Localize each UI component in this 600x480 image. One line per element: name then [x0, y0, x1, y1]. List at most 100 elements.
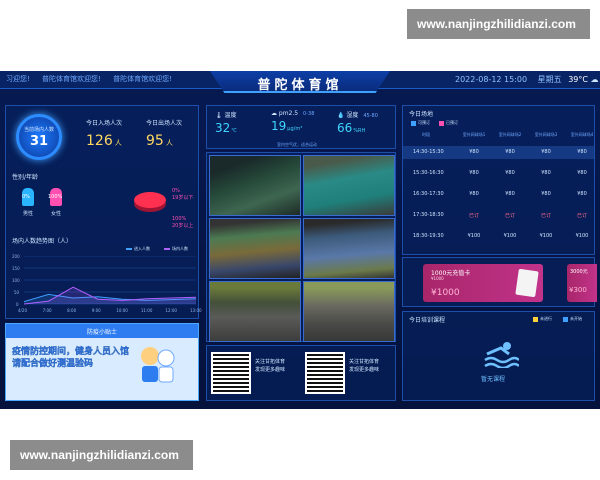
schedule-column-header: 时段: [422, 132, 430, 137]
ring-value: 31: [29, 134, 49, 149]
ring-label: 当前场内人数: [23, 127, 54, 133]
ticker-item: 普陀体育馆欢迎您!: [113, 75, 172, 83]
age-sub-2: 20岁以上: [172, 223, 194, 229]
coupon-icon: [515, 268, 539, 298]
qr-code-2: [305, 352, 345, 394]
court-slot-cell[interactable]: 已订: [567, 212, 597, 219]
pm-range: 0-38: [303, 111, 315, 117]
environment-panel: 🌡 温度 32℃ ☁ pm2.5 0-38 19μg/m³ 💧 湿度 45-80…: [206, 105, 396, 149]
today-out-label: 今日出场人次: [146, 120, 183, 127]
humidity-item: 💧 湿度 45-80 66%RH: [337, 110, 378, 135]
recharge-card-1000[interactable]: 1000元充值卡 ¥1000 ¥1000: [423, 264, 543, 302]
droplet-icon: 💧: [337, 112, 345, 119]
court-slot-cell[interactable]: ¥100: [459, 233, 489, 239]
court-slot-cell[interactable]: ¥80: [459, 170, 489, 176]
table-row: 18:30-19:30 ¥100 ¥100 ¥100 ¥100: [403, 230, 594, 243]
x-tick: 9:00: [91, 308, 101, 313]
court-slot-cell[interactable]: ¥80: [459, 149, 489, 155]
watermark-top: www.nanjingzhilidianzi.com: [407, 9, 590, 39]
age-sub-1: 19岁以下: [172, 195, 194, 201]
camera-feed-6[interactable]: [303, 281, 395, 342]
x-tick: 4/20: [18, 308, 27, 313]
trend-legend-inside: 场内人数: [164, 246, 188, 252]
x-tick: 7:00: [42, 308, 52, 313]
mascot-illustration: [141, 347, 175, 383]
gender-title: 性别/年龄: [12, 174, 39, 181]
unit: 人: [165, 139, 173, 147]
hum-label: 湿度: [346, 112, 359, 119]
date-text: 2022-08-12 15:00: [455, 75, 528, 84]
legend-not-started: 未进行: [533, 316, 552, 322]
camera-feed-1[interactable]: [209, 155, 301, 216]
camera-grid: [206, 152, 396, 342]
trend-title: 场内人数趋势图（人）: [12, 238, 73, 245]
x-tick: 8:00: [67, 308, 77, 313]
legend-label: 进入人数: [134, 246, 150, 251]
today-in-label: 今日入场人次: [86, 120, 123, 127]
court-slot-cell[interactable]: ¥100: [495, 233, 525, 239]
court-slot-cell[interactable]: ¥80: [531, 170, 561, 176]
trend-chart: [24, 256, 196, 305]
x-tick: 11:00: [140, 308, 153, 313]
court-slot-cell[interactable]: ¥80: [531, 191, 561, 197]
court-slot-cell[interactable]: ¥80: [567, 170, 597, 176]
trend-x-axis: 4/20 7:00 8:00 9:00 10:00 11:00 12:00 13:00: [18, 308, 202, 316]
y-tick: 50: [14, 290, 20, 295]
notice-title: 防疫小贴士: [86, 329, 117, 336]
camera-feed-4[interactable]: [303, 218, 395, 279]
epidemic-notice: 防疫小贴士 疫情防控期间，健身人员入馆请配合做好测温验码: [5, 323, 199, 401]
temp-label: 温度: [224, 112, 237, 119]
card-price: ¥300: [569, 286, 587, 294]
temp-value: 32: [215, 121, 231, 135]
pm-unit: μg/m³: [287, 126, 303, 132]
male-label: 男性: [23, 211, 34, 217]
notice-header: 防疫小贴士: [6, 324, 198, 338]
qr-line: 发现更多趣味: [255, 367, 286, 373]
court-slot-cell[interactable]: ¥80: [567, 149, 597, 155]
court-slot-cell[interactable]: ¥80: [459, 191, 489, 197]
court-slot-cell[interactable]: ¥100: [567, 233, 597, 239]
trend-legend-in: 进入人数: [126, 246, 150, 252]
qr-code-1: [211, 352, 251, 394]
court-slot-cell[interactable]: ¥80: [495, 149, 525, 155]
qr-text-1: 关注甘拓体育 发现更多趣味: [255, 358, 285, 374]
table-row: 17:30-18:30 已订 已订 已订 已订: [403, 209, 594, 222]
court-slot-cell[interactable]: 已订: [531, 212, 561, 219]
weekday-text: 星期五: [537, 75, 562, 84]
camera-feed-5[interactable]: [209, 281, 301, 342]
camera-feed-2[interactable]: [303, 155, 395, 216]
y-tick: 100: [12, 278, 20, 283]
legend-label: 已预订: [446, 120, 458, 125]
legend-available: 可预订: [411, 120, 430, 126]
watermark-bottom: www.nanjingzhilidianzi.com: [10, 440, 193, 470]
temp-unit: ℃: [231, 128, 237, 134]
today-out-value: 95: [146, 133, 164, 149]
today-in-stat: 今日入场人次 126 人: [86, 118, 122, 149]
court-slot-cell[interactable]: ¥80: [531, 149, 561, 155]
qr-line: 关注甘拓体育: [349, 359, 380, 365]
male-pct: 0%: [22, 194, 30, 200]
camera-feed-3[interactable]: [209, 218, 301, 279]
schedule-column-header: 室外网球场2: [498, 132, 522, 137]
legend-booked: 已预订: [439, 120, 458, 126]
thermometer-icon: 🌡: [215, 112, 223, 119]
pm-value: 19: [271, 119, 287, 133]
court-slot-cell[interactable]: ¥100: [531, 233, 561, 239]
temperature-item: 🌡 温度 32℃: [215, 110, 237, 135]
weather-temp: 39°C: [568, 75, 588, 84]
court-slot-cell[interactable]: ¥80: [495, 191, 525, 197]
qr-panel: 关注甘拓体育 发现更多趣味 关注甘拓体育 发现更多趣味: [206, 345, 396, 401]
today-out-stat: 今日出场人次 95 人: [146, 118, 182, 149]
court-slot-cell[interactable]: ¥80: [567, 191, 597, 197]
schedule-column-header: 室外网球场4: [570, 132, 594, 137]
table-row: 14:30-15:30 ¥80 ¥80 ¥80 ¥80: [403, 146, 594, 159]
time-slot: 16:30-17:30: [413, 191, 444, 197]
court-slot-cell[interactable]: 已订: [495, 212, 525, 219]
x-tick: 13:00: [190, 308, 202, 313]
recharge-card-3000[interactable]: 3000元 ¥300: [567, 264, 597, 302]
court-slot-cell[interactable]: ¥80: [495, 170, 525, 176]
court-slot-cell[interactable]: 已订: [459, 212, 489, 219]
hum-value: 66: [337, 121, 353, 135]
current-count-ring: 当前场内人数 31: [16, 114, 62, 160]
schedule-panel: 今日场地 可预订 已预订 时段 室外网球场1 室外网球场2 室外网球场3 室外网球场4 …: [402, 105, 595, 255]
